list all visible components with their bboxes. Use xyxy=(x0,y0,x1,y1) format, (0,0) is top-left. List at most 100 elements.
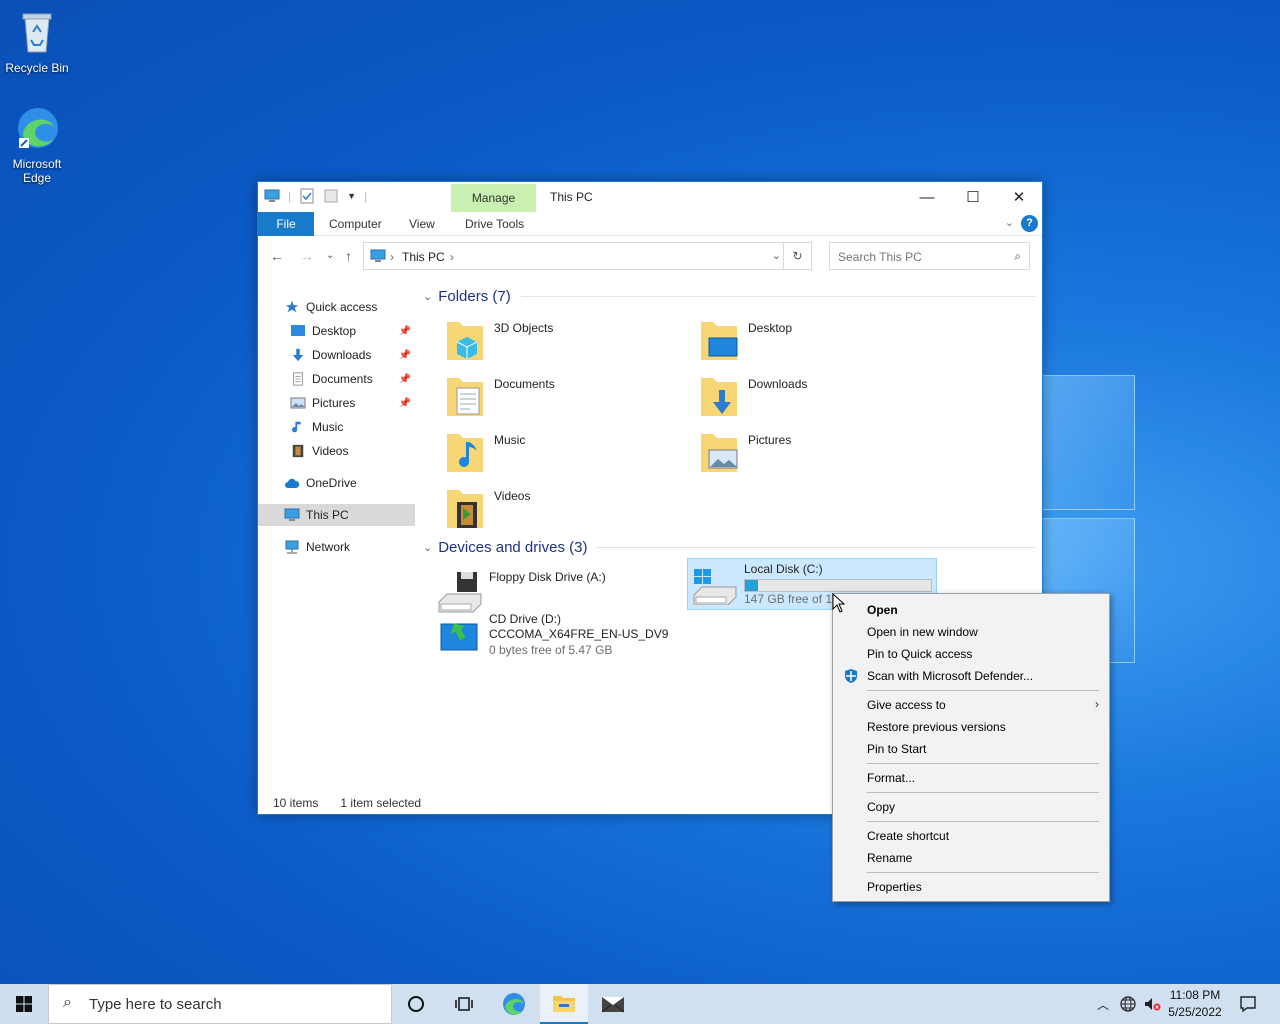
folder-label: Pictures xyxy=(748,433,792,447)
back-button[interactable]: ← xyxy=(270,248,284,264)
menu-item-give-access[interactable]: Give access to xyxy=(867,698,946,712)
folder-desktop[interactable]: Desktop xyxy=(689,316,929,368)
expand-ribbon-icon[interactable]: ⌄ xyxy=(1005,216,1014,229)
tab-drive-tools[interactable]: Drive Tools xyxy=(465,212,524,236)
desktop-icon-edge[interactable]: Microsoft Edge xyxy=(1,104,73,185)
group-divider xyxy=(597,547,1035,548)
show-hidden-icons-chevron-icon[interactable]: ︿ xyxy=(1095,996,1111,1013)
network-globe-icon[interactable] xyxy=(1119,995,1137,1013)
collapse-chevron-icon[interactable]: ⌄ xyxy=(423,541,432,554)
folder-downloads[interactable]: Downloads xyxy=(689,372,929,424)
quick-access-toolbar: | ▼ | xyxy=(264,188,367,204)
qat-dropdown-icon[interactable]: ▼ xyxy=(347,191,356,201)
tab-manage[interactable]: Manage xyxy=(451,184,536,212)
ribbon-tabs: File Computer View Drive Tools ⌄ ? xyxy=(258,212,1042,236)
caption-buttons: — ☐ ✕ xyxy=(904,182,1042,212)
help-icon[interactable]: ? xyxy=(1021,215,1038,232)
system-tray: ︿ xyxy=(1095,984,1161,1024)
nav-onedrive[interactable]: OneDrive xyxy=(258,472,415,494)
tab-computer[interactable]: Computer xyxy=(329,212,382,236)
collapse-chevron-icon[interactable]: ⌄ xyxy=(423,290,432,303)
address-bar[interactable]: › This PC › ⌄ ↻ xyxy=(363,242,812,270)
breadcrumb-this-pc[interactable]: This PC xyxy=(402,250,445,264)
edge-icon xyxy=(18,108,58,148)
up-button[interactable]: ↑ xyxy=(345,248,352,264)
taskbar-search-input[interactable]: ⌕ Type here to search xyxy=(48,984,392,1024)
breadcrumb-chevron-icon[interactable]: › xyxy=(450,250,454,264)
start-button[interactable] xyxy=(0,984,48,1024)
properties-icon[interactable] xyxy=(299,188,315,204)
folder-label: 3D Objects xyxy=(494,321,554,335)
nav-documents[interactable]: Documents 📌 xyxy=(258,368,415,390)
context-menu: Open Open in new window Pin to Quick acc… xyxy=(832,593,1110,902)
nav-this-pc[interactable]: This PC xyxy=(258,504,415,526)
nav-network[interactable]: Network xyxy=(258,536,415,558)
menu-item-copy[interactable]: Copy xyxy=(867,800,895,814)
cortana-circle-icon xyxy=(408,996,424,1012)
music-note-icon xyxy=(291,421,301,433)
nav-music[interactable]: Music xyxy=(258,416,415,438)
refresh-button[interactable]: ↻ xyxy=(783,243,811,269)
close-button[interactable]: ✕ xyxy=(996,182,1042,212)
folder-pictures[interactable]: Pictures xyxy=(689,428,929,480)
drive-free-space: 147 GB free of 15 xyxy=(744,592,839,606)
group-header-devices[interactable]: ⌄ Devices and drives (3) xyxy=(423,539,1035,556)
clock-time: 11:08 PM xyxy=(1169,988,1221,1002)
taskbar-mail-button[interactable] xyxy=(589,984,637,1024)
menu-item-pin-start[interactable]: Pin to Start xyxy=(867,742,926,756)
menu-item-open[interactable]: Open xyxy=(867,603,898,617)
taskbar-file-explorer-button[interactable] xyxy=(540,984,588,1024)
menu-item-scan-defender[interactable]: Scan with Microsoft Defender... xyxy=(867,669,1033,683)
defender-shield-icon xyxy=(845,669,857,683)
menu-separator xyxy=(867,763,1099,764)
menu-item-create-shortcut[interactable]: Create shortcut xyxy=(867,829,949,843)
menu-item-pin-quick-access[interactable]: Pin to Quick access xyxy=(867,647,972,661)
folder-music[interactable]: Music xyxy=(435,428,675,480)
drive-cd-d[interactable]: CD Drive (D:) CCCOMA_X64FRE_EN-US_DV9 0 … xyxy=(433,612,683,672)
folder-documents[interactable]: Documents xyxy=(435,372,675,424)
drive-floppy[interactable]: Floppy Disk Drive (A:) xyxy=(433,566,683,618)
tab-view[interactable]: View xyxy=(409,212,435,236)
new-folder-icon[interactable] xyxy=(323,188,339,204)
status-bar: 10 items 1 item selected xyxy=(273,796,421,810)
address-dropdown-icon[interactable]: ⌄ xyxy=(772,249,781,262)
nav-quick-access[interactable]: Quick access xyxy=(258,296,415,318)
menu-item-open-new-window[interactable]: Open in new window xyxy=(867,625,978,639)
task-view-button[interactable] xyxy=(440,984,488,1024)
menu-item-rename[interactable]: Rename xyxy=(867,851,912,865)
search-icon: ⌕ xyxy=(1014,249,1021,263)
taskbar-edge-button[interactable] xyxy=(490,984,538,1024)
nav-pictures[interactable]: Pictures 📌 xyxy=(258,392,415,414)
recent-locations-icon[interactable]: ⌄ xyxy=(326,250,334,261)
nav-desktop[interactable]: Desktop 📌 xyxy=(258,320,415,342)
search-input[interactable]: Search This PC ⌕ xyxy=(829,242,1030,270)
folder-3d-objects[interactable]: 3D Objects xyxy=(435,316,675,368)
volume-muted-icon[interactable] xyxy=(1143,995,1161,1013)
title-bar[interactable]: | ▼ | Manage This PC — ☐ ✕ xyxy=(258,182,1042,212)
window-title: This PC xyxy=(550,190,593,204)
desktop-icon xyxy=(291,325,305,336)
group-title: Folders (7) xyxy=(438,288,511,305)
maximize-button[interactable]: ☐ xyxy=(950,182,996,212)
forward-button[interactable]: → xyxy=(300,248,314,264)
videos-folder-icon xyxy=(447,490,483,528)
cortana-button[interactable] xyxy=(392,984,440,1024)
search-placeholder: Search This PC xyxy=(838,250,922,264)
tab-file[interactable]: File xyxy=(258,212,314,236)
menu-item-properties[interactable]: Properties xyxy=(867,880,922,894)
nav-videos[interactable]: Videos xyxy=(258,440,415,462)
computer-icon xyxy=(284,508,300,521)
nav-downloads[interactable]: Downloads 📌 xyxy=(258,344,415,366)
qat-divider: | xyxy=(364,189,368,203)
menu-item-restore-versions[interactable]: Restore previous versions xyxy=(867,720,1006,734)
nav-label: Desktop xyxy=(312,324,357,338)
notifications-button[interactable] xyxy=(1224,984,1272,1024)
minimize-button[interactable]: — xyxy=(904,182,950,212)
desktop-icon-recycle-bin[interactable]: Recycle Bin xyxy=(1,8,73,75)
download-arrow-icon xyxy=(292,348,304,362)
folder-videos[interactable]: Videos xyxy=(435,484,675,536)
nav-label: Pictures xyxy=(312,396,356,410)
menu-item-format[interactable]: Format... xyxy=(867,771,915,785)
group-header-folders[interactable]: ⌄ Folders (7) xyxy=(423,288,1035,305)
clock[interactable]: 11:08 PM 5/25/2022 xyxy=(1160,987,1230,1021)
